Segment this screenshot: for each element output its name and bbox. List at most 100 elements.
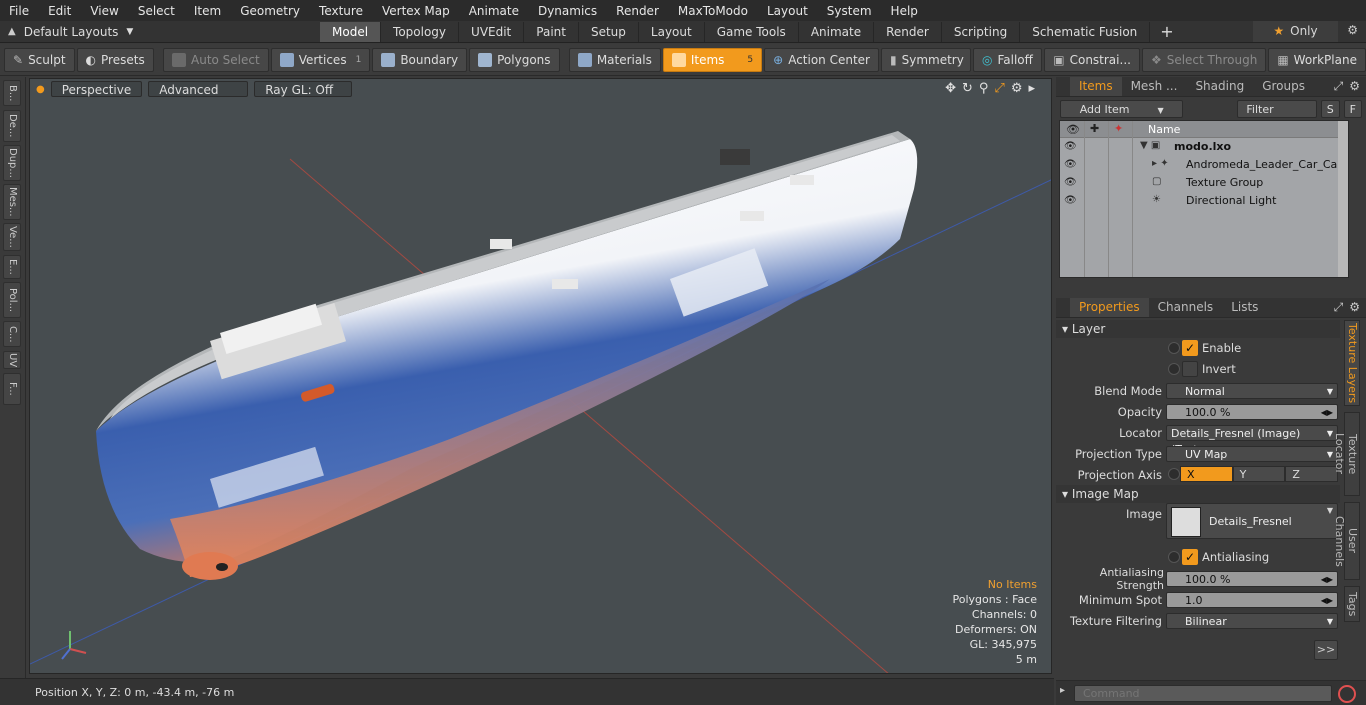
tab-animate[interactable]: Animate (799, 21, 875, 42)
projection-type-select[interactable]: UV Map ▼ (1166, 445, 1338, 462)
minimum-spot-field[interactable]: 1.0 ◀▶ (1166, 591, 1338, 609)
vertices-button[interactable]: Vertices 1 (270, 47, 371, 72)
aa-strength-field[interactable]: 100.0 % ◀▶ (1166, 570, 1338, 588)
zoom-view-icon[interactable]: ⚲ (979, 81, 989, 96)
menu-dynamics[interactable]: Dynamics (529, 4, 607, 18)
left-tab-3[interactable]: Mes... (3, 184, 21, 220)
left-tab-4[interactable]: Ve... (3, 223, 21, 251)
props-tab-lists[interactable]: Lists (1222, 298, 1267, 317)
items-tab-3[interactable]: Groups (1253, 77, 1314, 96)
view-mode-button[interactable]: Perspective (50, 81, 143, 97)
tab-render[interactable]: Render (874, 21, 942, 42)
side-tab-texture-locator[interactable]: Texture Locator (1333, 412, 1360, 496)
projection-axis-knob[interactable] (1168, 468, 1180, 480)
props-gear-icon[interactable]: ⚙ (1349, 300, 1360, 315)
filter-items-input[interactable]: Filter Items (1237, 100, 1317, 134)
image-map-section-header[interactable]: ▾ Image Map (1056, 485, 1340, 503)
visibility-eye-icon[interactable]: 👁 (1064, 195, 1077, 206)
stepper-icon[interactable]: ◀▶ (1321, 593, 1333, 609)
side-tab-tags[interactable]: Tags (1344, 586, 1360, 622)
left-tab-6[interactable]: Pol... (3, 282, 21, 318)
tree-scrollbar[interactable] (1338, 121, 1348, 277)
presets-button[interactable]: ◐ Presets (76, 47, 154, 72)
select-through-button[interactable]: ❖ Select Through (1141, 47, 1267, 72)
command-input[interactable] (1074, 685, 1332, 702)
layer-section-header[interactable]: ▾ Layer (1056, 320, 1340, 338)
raygl-button[interactable]: Ray GL: Off (254, 81, 353, 97)
blend-mode-select[interactable]: Normal ▼ (1166, 382, 1338, 399)
rotate-view-icon[interactable]: ↻ (962, 81, 973, 96)
enable-knob[interactable] (1168, 342, 1180, 354)
menu-animate[interactable]: Animate (460, 4, 529, 18)
boundary-button[interactable]: Boundary (372, 47, 468, 72)
visibility-eye-icon[interactable]: 👁 (1064, 177, 1077, 188)
invert-knob[interactable] (1168, 363, 1180, 375)
left-tab-0[interactable]: B... (3, 80, 21, 106)
left-tab-2[interactable]: Dup... (3, 145, 21, 181)
materials-button[interactable]: Materials (568, 47, 661, 72)
menu-render[interactable]: Render (607, 4, 669, 18)
visibility-eye-icon[interactable]: 👁 (1064, 159, 1077, 170)
stepper-icon[interactable]: ◀▶ (1321, 572, 1333, 588)
tab-topology[interactable]: Topology (381, 21, 460, 42)
items-tab-2[interactable]: Shading (1186, 77, 1253, 96)
tab-scripting[interactable]: Scripting (942, 21, 1021, 42)
fit-view-icon[interactable]: ⤢ (994, 81, 1004, 96)
move-view-icon[interactable]: ✥ (945, 81, 956, 96)
polygons-button[interactable]: Polygons (469, 47, 560, 72)
stepper-icon[interactable]: ◀▶ (1321, 405, 1333, 421)
tree-row[interactable]: 👁 ▼ ▣ modo.lxo (1060, 138, 1348, 156)
props-tab-properties[interactable]: Properties (1070, 298, 1149, 317)
left-tab-5[interactable]: E... (3, 255, 21, 279)
menu-item[interactable]: Item (185, 4, 231, 18)
tree-row[interactable]: 👁 ☀ Directional Light (1060, 192, 1348, 210)
auto-select-button[interactable]: Auto Select (163, 47, 269, 72)
menu-geometry[interactable]: Geometry (231, 4, 310, 18)
constraints-button[interactable]: ▣ Constrai... (1044, 47, 1140, 72)
shading-button[interactable]: Advanced (148, 81, 249, 97)
locator-select[interactable]: Details_Fresnel (Image) (Text...▼ (1166, 424, 1338, 456)
axis-y-button[interactable]: Y (1232, 466, 1286, 482)
layouts-dropdown[interactable]: ▲ Default Layouts ▼ (0, 25, 320, 39)
action-center-button[interactable]: ⊕ Action Center (764, 47, 879, 72)
viewport-more-icon[interactable]: ▸ (1028, 81, 1035, 96)
command-run-icon[interactable] (1338, 685, 1356, 703)
viewport-gear-icon[interactable]: ⚙ (1011, 81, 1023, 96)
symmetry-button[interactable]: ▮ Symmetry (881, 47, 971, 72)
menu-layout[interactable]: Layout (758, 4, 818, 18)
expand-icon[interactable]: ⤢ (1334, 79, 1344, 94)
props-expand-icon[interactable]: ⤢ (1334, 300, 1344, 315)
menu-maxtomodo[interactable]: MaxToModo (669, 4, 758, 18)
items-tab-1[interactable]: Mesh ... (1122, 77, 1187, 96)
add-tab-icon[interactable]: + (1150, 22, 1183, 41)
s-button[interactable]: S (1320, 100, 1340, 118)
props-tab-channels[interactable]: Channels (1149, 298, 1223, 317)
tab-uvedit[interactable]: UVEdit (459, 21, 525, 42)
menu-select[interactable]: Select (129, 4, 185, 18)
menu-vertex-map[interactable]: Vertex Map (373, 4, 460, 18)
left-tab-8[interactable]: UV (3, 351, 21, 369)
tab-model[interactable]: Model (320, 21, 382, 42)
axis-x-button[interactable]: X (1180, 466, 1233, 482)
menu-file[interactable]: File (0, 4, 39, 18)
tab-layout[interactable]: Layout (639, 21, 705, 42)
workplane-button[interactable]: ▦ WorkPlane (1268, 47, 1366, 72)
3d-viewport[interactable]: ● Perspective Advanced Ray GL: Off ✥ ↻ ⚲… (29, 78, 1052, 674)
only-toggle[interactable]: ★ Only (1253, 21, 1338, 42)
visibility-eye-icon[interactable]: 👁 (1064, 141, 1077, 152)
tree-row[interactable]: 👁 ▢ Texture Group (1060, 174, 1348, 192)
menu-edit[interactable]: Edit (39, 4, 81, 18)
left-tab-9[interactable]: F... (3, 373, 21, 405)
tree-row[interactable]: 👁 ▸ ✦ Andromeda_Leader_Car_Carri ... (1060, 156, 1348, 174)
tab-game-tools[interactable]: Game Tools (705, 21, 799, 42)
axis-z-button[interactable]: Z (1285, 466, 1339, 482)
left-tab-1[interactable]: De... (3, 110, 21, 142)
menu-texture[interactable]: Texture (310, 4, 373, 18)
image-select[interactable]: Details_Fresnel ▼ (1166, 503, 1338, 539)
antialiasing-checkbox[interactable]: ✓ (1182, 549, 1198, 565)
gear-icon[interactable]: ⚙ (1347, 23, 1358, 37)
tab-schematic-fusion[interactable]: Schematic Fusion (1020, 21, 1151, 42)
left-tab-7[interactable]: C... (3, 321, 21, 347)
sculpt-button[interactable]: ✎ Sculpt (4, 47, 75, 72)
panel-gear-icon[interactable]: ⚙ (1349, 79, 1360, 94)
